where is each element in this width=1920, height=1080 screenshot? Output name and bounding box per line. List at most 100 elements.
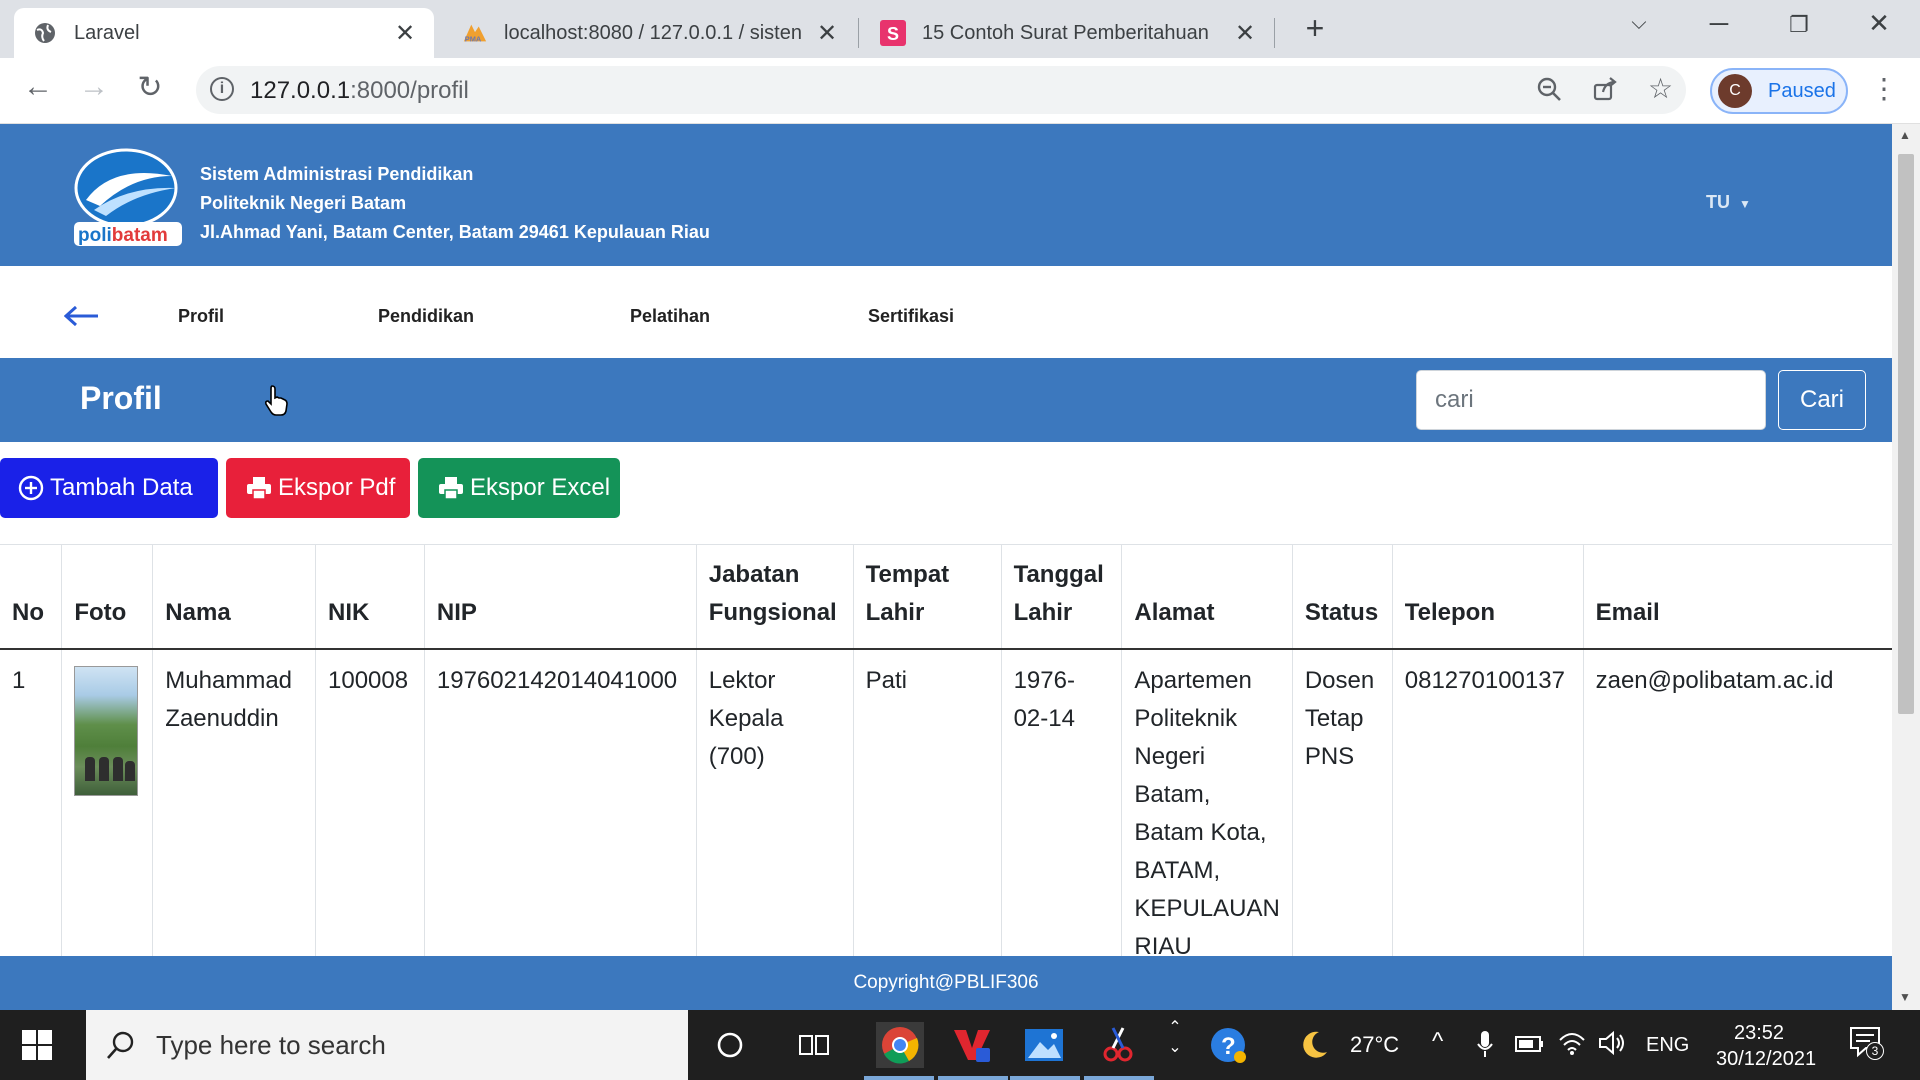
minimize-button[interactable]: ─ [1694,8,1744,39]
reload-icon[interactable]: ↻ [130,70,170,105]
restore-button[interactable]: ❐ [1774,12,1824,38]
cell-tempat-lahir: Pati [852,648,1002,989]
address-bar[interactable]: i 127.0.0.1:8000/profil ☆ [196,66,1686,114]
close-tab-icon[interactable]: ✕ [816,19,838,48]
phpmyadmin-icon: PMA [462,20,488,46]
export-excel-label: Ekspor Excel [470,474,611,501]
tab-surat[interactable]: S 15 Contoh Surat Pemberitahuan ✕ [862,8,1274,58]
add-data-button[interactable]: Tambah Data [0,458,218,518]
help-icon[interactable]: ? [1204,1022,1252,1068]
nav-sertifikasi[interactable]: Sertifikasi [868,306,954,327]
mouse-cursor-icon [264,384,290,421]
col-tempat-lahir: Tempat Lahir [852,544,1002,650]
globe-icon [32,20,58,46]
taskbar-scroll-icon[interactable]: ⌃ ⌄ [1160,1014,1190,1060]
browser-toolbar: ← → ↻ i 127.0.0.1:8000/profil ☆ C Paused… [0,58,1920,124]
printer-icon [438,476,464,500]
institution-info: Sistem Administrasi Pendidikan Politekni… [200,160,710,247]
snipping-tool-icon[interactable] [1094,1022,1142,1068]
new-tab-button[interactable]: + [1290,10,1340,47]
taskbar-search-box[interactable]: Type here to search [86,1010,688,1080]
tab-search-chevron-icon[interactable]: ⌵ [1614,12,1664,35]
add-data-label: Tambah Data [50,474,193,501]
share-icon[interactable] [1592,76,1618,109]
search-button[interactable]: Cari [1778,370,1866,430]
avatar: C [1718,74,1752,108]
url-text[interactable]: 127.0.0.1:8000/profil [250,77,469,105]
notification-center-icon[interactable]: 3 [1848,1024,1884,1060]
chrome-icon[interactable] [876,1022,924,1068]
user-dropdown[interactable]: TU ▼ [1706,192,1751,213]
more-menu-icon[interactable]: ⋮ [1870,72,1898,105]
close-window-button[interactable]: ✕ [1854,8,1904,39]
page-scrollbar[interactable]: ▲ ▼ [1892,124,1920,1010]
volume-icon[interactable] [1598,1030,1628,1062]
profile-button[interactable]: C Paused [1710,68,1848,114]
nav-profil[interactable]: Profil [178,306,224,327]
weather-moon-icon[interactable] [1290,1022,1338,1068]
sub-navigation: Profil Pendidikan Pelatihan Sertifikasi [0,266,1892,358]
profile-photo [74,665,139,796]
url-host: 127.0.0.1 [250,77,351,104]
profile-status: Paused [1768,79,1836,102]
forward-icon[interactable]: → [74,70,114,104]
language-indicator[interactable]: ENG [1646,1034,1689,1057]
tab-title: 15 Contoh Surat Pemberitahuan [922,21,1209,44]
active-app-indicator [1084,1076,1154,1080]
section-title-bar: Profil Cari [0,358,1892,442]
nav-pendidikan[interactable]: Pendidikan [378,306,474,327]
back-arrow-icon[interactable] [63,296,100,335]
col-tanggal-lahir: Tanggal Lahir [1000,544,1122,650]
page-title: Profil [80,380,162,416]
tab-separator [858,18,859,48]
col-nik: NIK [315,544,425,650]
clock-time: 23:52 [1733,1022,1785,1044]
export-excel-button[interactable]: Ekspor Excel [418,458,620,518]
taskbar-search-text: Type here to search [156,1029,386,1060]
col-nip: NIP [423,544,697,650]
wifi-icon[interactable] [1558,1030,1586,1062]
back-icon[interactable]: ← [18,70,58,104]
scroll-up-icon[interactable]: ▲ [1899,128,1911,142]
windows-taskbar: Type here to search ⌃⌄ ? 27°C ^ ENG 23: [0,1010,1920,1080]
caret-down-icon: ▼ [1739,197,1751,211]
col-email: Email [1582,544,1892,650]
photos-icon[interactable] [1020,1022,1068,1068]
export-pdf-button[interactable]: Ekspor Pdf [226,458,410,518]
profile-table-container: No Foto Nama NIK NIP Jabatan Fungsional … [0,544,1892,989]
windows-start-icon[interactable] [22,1030,52,1065]
tab-laravel[interactable]: Laravel ✕ [14,8,434,58]
vivaldi-app-icon[interactable] [948,1022,996,1068]
col-telepon: Telepon [1391,544,1584,650]
scroll-down-icon[interactable]: ▼ [1899,990,1911,1004]
tray-chevron-icon[interactable]: ^ [1432,1028,1443,1056]
col-no: No [0,544,62,650]
scroll-thumb[interactable] [1898,154,1914,714]
task-view-icon[interactable] [790,1022,838,1068]
polibatam-logo: polibatam [72,148,184,248]
bookmark-star-icon[interactable]: ☆ [1648,72,1673,105]
cortana-icon[interactable] [706,1022,754,1068]
url-path: :8000/profil [350,77,469,104]
search-input[interactable] [1416,370,1766,430]
zoom-icon[interactable] [1536,76,1562,109]
clock-date: 30/12/2021 [1716,1048,1817,1070]
clock[interactable]: 23:52 30/12/2021 [1716,1020,1817,1072]
tab-phpmyadmin[interactable]: PMA localhost:8080 / 127.0.0.1 / sisten … [444,8,856,58]
battery-icon[interactable] [1514,1034,1544,1060]
site-info-icon[interactable]: i [210,77,234,101]
col-nama: Nama [152,544,316,650]
cell-nip: 197602142014041000 [423,648,697,989]
cell-tanggal-lahir: 1976-02-14 [1000,648,1122,989]
svg-text:?: ? [1221,1033,1236,1060]
header-line-system: Sistem Administrasi Pendidikan [200,164,474,184]
close-tab-icon[interactable]: ✕ [1234,19,1256,48]
weather-temp[interactable]: 27°C [1350,1032,1399,1058]
microphone-icon[interactable] [1476,1030,1494,1064]
tab-title: Laravel [74,21,140,44]
col-alamat: Alamat [1121,544,1293,650]
close-tab-icon[interactable]: ✕ [394,19,416,48]
active-app-indicator [864,1076,934,1080]
col-foto: Foto [61,544,153,650]
nav-pelatihan[interactable]: Pelatihan [630,306,710,327]
